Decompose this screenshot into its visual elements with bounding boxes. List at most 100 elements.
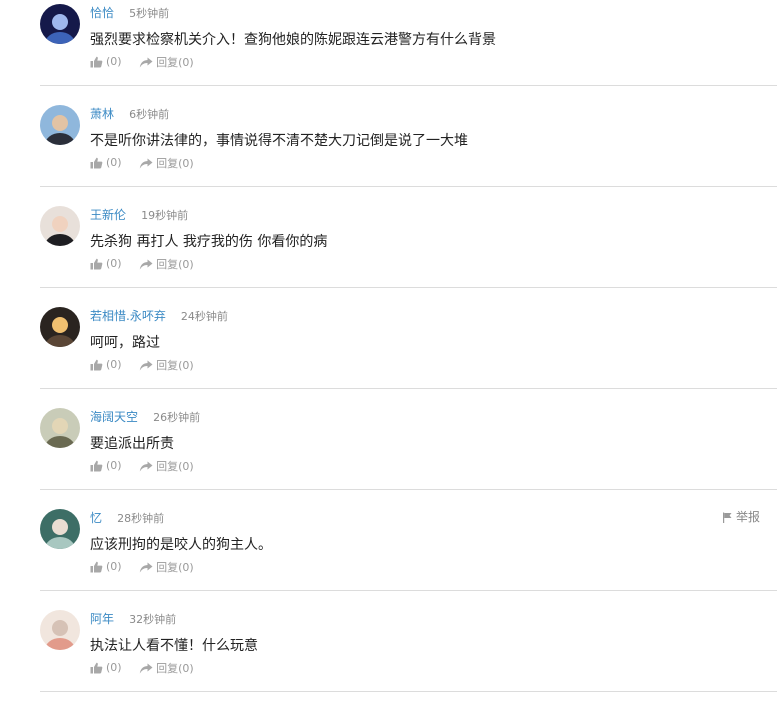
avatar[interactable]	[40, 610, 80, 650]
comment-text: 不是听你讲法律的，事情说得不清不楚大刀记倒是说了一大堆	[90, 133, 468, 149]
comment-divider	[40, 85, 777, 86]
reply-button[interactable]: 回复 (0)	[139, 560, 194, 576]
like-button[interactable]: (0)	[90, 357, 122, 373]
like-button[interactable]: (0)	[90, 559, 122, 575]
reply-button[interactable]: 回复 (0)	[139, 459, 194, 475]
username-link[interactable]: 忆	[90, 511, 102, 525]
reply-button[interactable]: 回复 (0)	[139, 358, 194, 374]
avatar-image	[40, 610, 80, 650]
reply-arrow-icon	[139, 259, 153, 270]
comment-time: 32秒钟前	[129, 613, 177, 626]
like-count: (0)	[106, 560, 122, 573]
username-link[interactable]: 阿年	[90, 612, 114, 626]
reply-label: 回复	[156, 661, 179, 675]
reply-button[interactable]: 回复 (0)	[139, 156, 194, 172]
avatar-image	[40, 509, 80, 549]
like-count: (0)	[106, 55, 122, 68]
comment-meta: 王新伦 19秒钟前	[90, 206, 188, 222]
username-link[interactable]: 萧林	[90, 107, 114, 121]
thumbs-up-icon	[90, 460, 103, 472]
comment-list: 恰恰 5秒钟前 强烈要求检察机关介入！查狗他娘的陈妮跟连云港警方有什么背景 (0…	[0, 0, 777, 707]
comment-actions: (0) 回复 (0)	[90, 54, 208, 70]
like-button[interactable]: (0)	[90, 155, 122, 171]
thumbs-up-icon	[90, 56, 103, 68]
reply-count: (0)	[178, 257, 194, 271]
report-button[interactable]: 举报	[722, 509, 760, 525]
reply-count: (0)	[178, 156, 194, 170]
avatar[interactable]	[40, 307, 80, 347]
comment-divider	[40, 388, 777, 389]
comment-text: 要追派出所责	[90, 436, 174, 452]
comment-meta: 若相惜.永吥弃 24秒钟前	[90, 307, 228, 323]
comment-divider	[40, 287, 777, 288]
like-button[interactable]: (0)	[90, 256, 122, 272]
username-link[interactable]: 王新伦	[90, 208, 126, 222]
comment-meta: 恰恰 5秒钟前	[90, 4, 169, 20]
like-count: (0)	[106, 156, 122, 169]
avatar[interactable]	[40, 105, 80, 145]
reply-label: 回复	[156, 257, 179, 271]
username-link[interactable]: 恰恰	[90, 6, 114, 20]
comment-divider	[40, 691, 777, 692]
avatar-image	[40, 105, 80, 145]
reply-arrow-icon	[139, 562, 153, 573]
like-count: (0)	[106, 358, 122, 371]
comment-divider	[40, 186, 777, 187]
reply-label: 回复	[156, 459, 179, 473]
reply-count: (0)	[178, 358, 194, 372]
like-count: (0)	[106, 459, 122, 472]
comment-time: 6秒钟前	[129, 108, 170, 121]
comment-text: 呵呵，路过	[90, 335, 160, 351]
comment-text: 应该刑拘的是咬人的狗主人。	[90, 537, 272, 553]
like-button[interactable]: (0)	[90, 660, 122, 676]
avatar-image	[40, 206, 80, 246]
reply-count: (0)	[178, 661, 194, 675]
avatar[interactable]	[40, 509, 80, 549]
avatar[interactable]	[40, 4, 80, 44]
reply-count: (0)	[178, 560, 194, 574]
reply-label: 回复	[156, 156, 179, 170]
comment-actions: (0) 回复 (0)	[90, 155, 208, 171]
reply-arrow-icon	[139, 57, 153, 68]
reply-arrow-icon	[139, 360, 153, 371]
avatar[interactable]	[40, 206, 80, 246]
comment-text: 先杀狗 再打人 我疗我的伤 你看你的病	[90, 234, 328, 250]
comment-time: 19秒钟前	[141, 209, 189, 222]
avatar-image	[40, 408, 80, 448]
comment-divider	[40, 489, 777, 490]
comment-actions: (0) 回复 (0)	[90, 256, 208, 272]
comment-meta: 海阔天空 26秒钟前	[90, 408, 200, 424]
reply-arrow-icon	[139, 461, 153, 472]
comment-divider	[40, 590, 777, 591]
comment-text: 执法让人看不懂！什么玩意	[90, 638, 258, 654]
comment-item: 王新伦 19秒钟前 先杀狗 再打人 我疗我的伤 你看你的病 (0) 回复 (0)	[0, 202, 777, 303]
comment-time: 5秒钟前	[129, 7, 170, 20]
thumbs-up-icon	[90, 561, 103, 573]
comment-time: 24秒钟前	[180, 310, 228, 323]
avatar[interactable]	[40, 408, 80, 448]
thumbs-up-icon	[90, 662, 103, 674]
comment-actions: (0) 回复 (0)	[90, 357, 208, 373]
reply-label: 回复	[156, 560, 179, 574]
avatar-image	[40, 307, 80, 347]
comment-item: 海阔天空 26秒钟前 要追派出所责 (0) 回复 (0)	[0, 404, 777, 505]
reply-label: 回复	[156, 55, 179, 69]
username-link[interactable]: 海阔天空	[90, 410, 138, 424]
username-link[interactable]: 若相惜.永吥弃	[90, 309, 166, 323]
thumbs-up-icon	[90, 359, 103, 371]
comment-item: 恰恰 5秒钟前 强烈要求检察机关介入！查狗他娘的陈妮跟连云港警方有什么背景 (0…	[0, 0, 777, 101]
comment-item: 萧林 6秒钟前 不是听你讲法律的，事情说得不清不楚大刀记倒是说了一大堆 (0) …	[0, 101, 777, 202]
avatar-image	[40, 4, 80, 44]
reply-button[interactable]: 回复 (0)	[139, 661, 194, 677]
comment-meta: 萧林 6秒钟前	[90, 105, 169, 121]
reply-arrow-icon	[139, 663, 153, 674]
thumbs-up-icon	[90, 157, 103, 169]
like-count: (0)	[106, 661, 122, 674]
like-button[interactable]: (0)	[90, 54, 122, 70]
reply-button[interactable]: 回复 (0)	[139, 55, 194, 71]
reply-button[interactable]: 回复 (0)	[139, 257, 194, 273]
comment-time: 26秒钟前	[153, 411, 201, 424]
comment-actions: (0) 回复 (0)	[90, 559, 208, 575]
reply-count: (0)	[178, 459, 194, 473]
like-button[interactable]: (0)	[90, 458, 122, 474]
